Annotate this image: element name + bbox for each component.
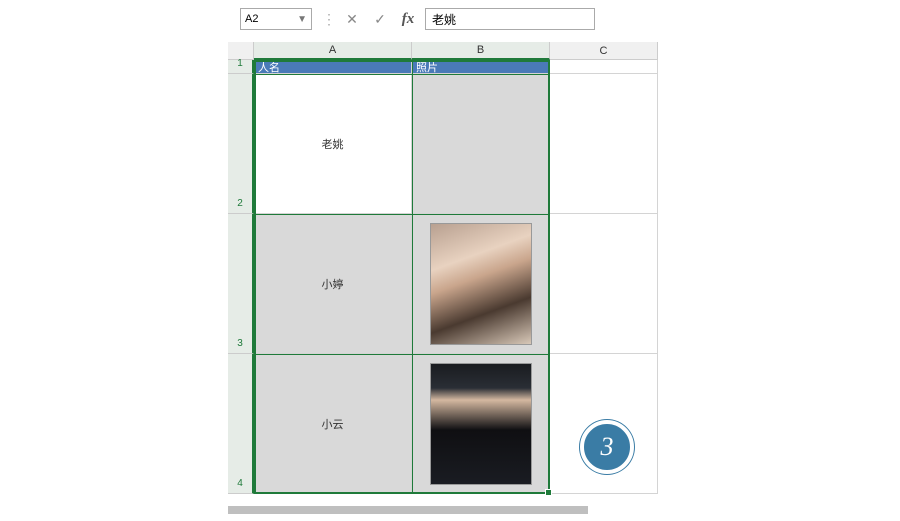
cell-c3[interactable]	[550, 214, 658, 354]
name-box-value: A2	[245, 13, 258, 25]
header-photo: 照片	[416, 59, 438, 75]
cell-b1[interactable]: 照片	[412, 60, 550, 74]
table-row: 1 人名 照片	[228, 60, 668, 74]
photo-image	[430, 363, 532, 485]
row-header-4[interactable]: 4	[228, 354, 254, 494]
name-value: 老姚	[322, 136, 344, 152]
name-value: 小云	[322, 416, 344, 432]
cell-b4[interactable]	[412, 354, 550, 494]
table-row: 3 小婷	[228, 214, 668, 354]
cell-a3[interactable]: 小婷	[254, 214, 412, 354]
step-badge: 3	[580, 420, 634, 474]
bottom-edge	[228, 506, 588, 514]
formula-value: 老姚	[432, 11, 456, 28]
row-3-label: 3	[237, 338, 243, 349]
cell-a2[interactable]: 老姚	[254, 74, 412, 214]
row-1-label: 1	[237, 58, 243, 69]
col-a-label: A	[329, 44, 336, 56]
cell-b3[interactable]	[412, 214, 550, 354]
name-box[interactable]: A2 ▼	[240, 8, 312, 30]
column-header-c[interactable]: C	[550, 42, 658, 60]
cell-a4[interactable]: 小云	[254, 354, 412, 494]
photo-image	[430, 223, 532, 345]
cell-b2[interactable]	[412, 74, 550, 214]
name-value: 小婷	[322, 276, 344, 292]
column-header-b[interactable]: B	[412, 42, 550, 60]
formula-bar: A2 ▼ ⋮ ✕ ✓ fx 老姚	[240, 8, 595, 30]
cell-c1[interactable]	[550, 60, 658, 74]
cell-c2[interactable]	[550, 74, 658, 214]
cancel-icon: ✕	[346, 11, 358, 28]
row-header-1[interactable]: 1	[228, 60, 254, 74]
col-b-label: B	[477, 44, 484, 56]
insert-function-button[interactable]: fx	[397, 8, 419, 30]
confirm-button[interactable]: ✓	[369, 8, 391, 30]
divider-icon: ⋮	[322, 11, 335, 28]
column-headers: A B C	[228, 42, 668, 60]
formula-input[interactable]: 老姚	[425, 8, 595, 30]
fx-icon: fx	[402, 11, 415, 28]
row-header-3[interactable]: 3	[228, 214, 254, 354]
cell-a1[interactable]: 人名	[254, 60, 412, 74]
row-header-2[interactable]: 2	[228, 74, 254, 214]
table-row: 2 老姚	[228, 74, 668, 214]
cancel-button[interactable]: ✕	[341, 8, 363, 30]
row-2-label: 2	[237, 198, 243, 209]
column-header-a[interactable]: A	[254, 42, 412, 60]
row-4-label: 4	[237, 478, 243, 489]
header-name: 人名	[258, 59, 280, 75]
check-icon: ✓	[374, 11, 386, 28]
step-number: 3	[601, 432, 614, 462]
dropdown-icon[interactable]: ▼	[297, 14, 307, 25]
col-c-label: C	[600, 45, 608, 57]
